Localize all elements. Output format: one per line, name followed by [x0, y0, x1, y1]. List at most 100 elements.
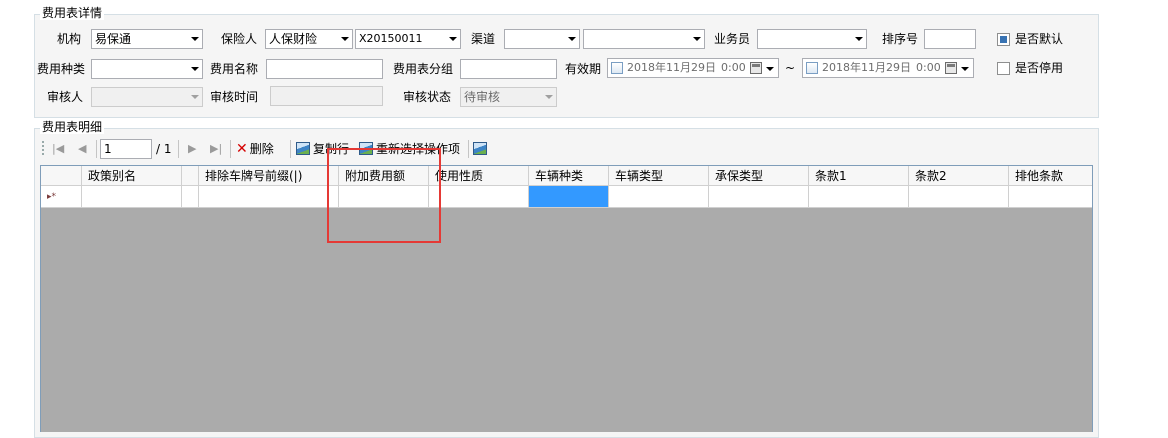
reselect-operation-label: 重新选择操作项	[376, 142, 461, 156]
toolbar-grip	[42, 141, 44, 157]
column-header[interactable]: 政策别名	[82, 166, 182, 185]
column-header[interactable]: 附加费用额	[339, 166, 429, 185]
fee-group-input[interactable]	[460, 59, 557, 79]
grid-cell-selected[interactable]	[529, 186, 609, 207]
page-position-input[interactable]: 1	[100, 139, 152, 159]
valid-period-label: 有效期	[565, 62, 602, 76]
calendar-icon[interactable]	[750, 62, 762, 74]
is-disabled-label: 是否停用	[1015, 61, 1064, 75]
grid-cell[interactable]	[199, 186, 339, 207]
detail-grid[interactable]: 政策别名 排除车牌号前缀(|) 附加费用额 使用性质 车辆种类 车辆类型 承保类…	[40, 165, 1093, 432]
valid-from-date: 2018年11月29日	[627, 61, 716, 74]
new-row-indicator: ▸*	[41, 186, 82, 207]
toolbar-separator	[178, 140, 179, 158]
calendar-icon[interactable]	[945, 62, 957, 74]
insurer-code-select[interactable]: X20150011	[355, 29, 461, 49]
review-status-select: 待审核	[460, 87, 557, 107]
grid-cell[interactable]	[809, 186, 909, 207]
valid-range-separator: ~	[785, 61, 796, 75]
column-header[interactable]: 使用性质	[429, 166, 529, 185]
prev-page-icon[interactable]: ◀	[78, 140, 86, 158]
grid-cell[interactable]	[182, 186, 199, 207]
reselect-operation-button[interactable]: 重新选择操作项	[359, 140, 460, 158]
chevron-down-icon	[191, 67, 199, 71]
grid-cell[interactable]	[339, 186, 429, 207]
row-header-corner	[41, 166, 82, 185]
channel-label: 渠道	[471, 32, 496, 46]
toolbar-separator	[290, 140, 291, 158]
reviewer-select	[91, 87, 203, 107]
grid-cell[interactable]	[609, 186, 709, 207]
chevron-down-icon[interactable]	[961, 67, 969, 71]
fee-name-input[interactable]	[266, 59, 383, 79]
org-select[interactable]: 易保通	[91, 29, 203, 49]
valid-to-time: 0:00	[916, 61, 941, 74]
toolbar-separator	[96, 140, 97, 158]
grid-cell[interactable]	[709, 186, 809, 207]
org-label: 机构	[57, 32, 82, 46]
is-default-checkbox[interactable]	[997, 33, 1010, 46]
review-time-label: 审核时间	[210, 90, 259, 104]
fee-name-label: 费用名称	[210, 62, 259, 76]
is-disabled-checkbox[interactable]	[997, 62, 1010, 75]
review-status-value: 待审核	[464, 90, 501, 104]
fee-type-select[interactable]	[91, 59, 203, 79]
column-header[interactable]: 条款2	[909, 166, 1009, 185]
detail-list-title: 费用表明细	[40, 120, 105, 134]
fee-type-label: 费用种类	[37, 62, 86, 76]
insurer-select[interactable]: 人保财险	[265, 29, 353, 49]
image-icon	[296, 142, 310, 155]
extra-image-button[interactable]	[473, 140, 490, 158]
copy-row-label: 复制行	[313, 142, 350, 156]
valid-to-date-picker[interactable]: 2018年11月29日 0:00	[802, 58, 974, 78]
total-pages: / 1	[156, 142, 172, 156]
chevron-down-icon	[191, 37, 199, 41]
valid-to-checkbox[interactable]	[806, 62, 818, 74]
valid-from-checkbox[interactable]	[611, 62, 623, 74]
grid-cell[interactable]	[82, 186, 182, 207]
chevron-down-icon[interactable]	[766, 67, 774, 71]
column-header[interactable]: 排除车牌号前缀(|)	[199, 166, 339, 185]
column-header[interactable]	[182, 166, 199, 185]
salesman-select[interactable]	[757, 29, 867, 49]
last-page-icon[interactable]: ▶|	[210, 140, 222, 158]
chevron-down-icon	[693, 37, 701, 41]
chevron-down-icon	[191, 95, 199, 99]
grid-header: 政策别名 排除车牌号前缀(|) 附加费用额 使用性质 车辆种类 车辆类型 承保类…	[41, 166, 1092, 186]
chevron-down-icon	[545, 95, 553, 99]
insurer-label: 保险人	[221, 32, 258, 46]
is-default-label: 是否默认	[1015, 32, 1064, 46]
valid-from-date-picker[interactable]: 2018年11月29日 0:00	[607, 58, 779, 78]
chevron-down-icon	[855, 37, 863, 41]
copy-row-button[interactable]: 复制行	[296, 140, 349, 158]
review-status-label: 审核状态	[403, 90, 452, 104]
delete-button-label: 删除	[249, 142, 274, 156]
valid-from-time: 0:00	[721, 61, 746, 74]
channel-sub-select[interactable]	[583, 29, 705, 49]
image-icon	[359, 142, 373, 155]
column-header[interactable]: 承保类型	[709, 166, 809, 185]
channel-select[interactable]	[504, 29, 580, 49]
new-row[interactable]: ▸*	[41, 186, 1092, 208]
toolbar-separator	[468, 140, 469, 158]
detail-section-title: 费用表详情	[40, 6, 105, 20]
grid-cell[interactable]	[429, 186, 529, 207]
column-header[interactable]: 车辆类型	[609, 166, 709, 185]
sort-label: 排序号	[882, 32, 919, 46]
column-header[interactable]: 排他条款	[1009, 166, 1092, 185]
column-header[interactable]: 车辆种类	[529, 166, 609, 185]
first-page-icon[interactable]: |◀	[52, 140, 64, 158]
grid-cell[interactable]	[1009, 186, 1092, 207]
grid-toolbar: |◀ ◀ 1 / 1 ▶ ▶| ✕ 删除 复制行 重新选择操作项	[40, 138, 492, 160]
chevron-down-icon	[341, 37, 349, 41]
salesman-label: 业务员	[714, 32, 751, 46]
sort-input[interactable]	[924, 29, 976, 49]
reviewer-label: 审核人	[47, 90, 84, 104]
column-header[interactable]: 条款1	[809, 166, 909, 185]
grid-cell[interactable]	[909, 186, 1009, 207]
review-time-input	[270, 86, 383, 106]
org-value: 易保通	[95, 32, 132, 46]
fee-group-label: 费用表分组	[393, 62, 454, 76]
delete-button[interactable]: ✕ 删除	[236, 140, 274, 158]
next-page-icon[interactable]: ▶	[188, 140, 196, 158]
